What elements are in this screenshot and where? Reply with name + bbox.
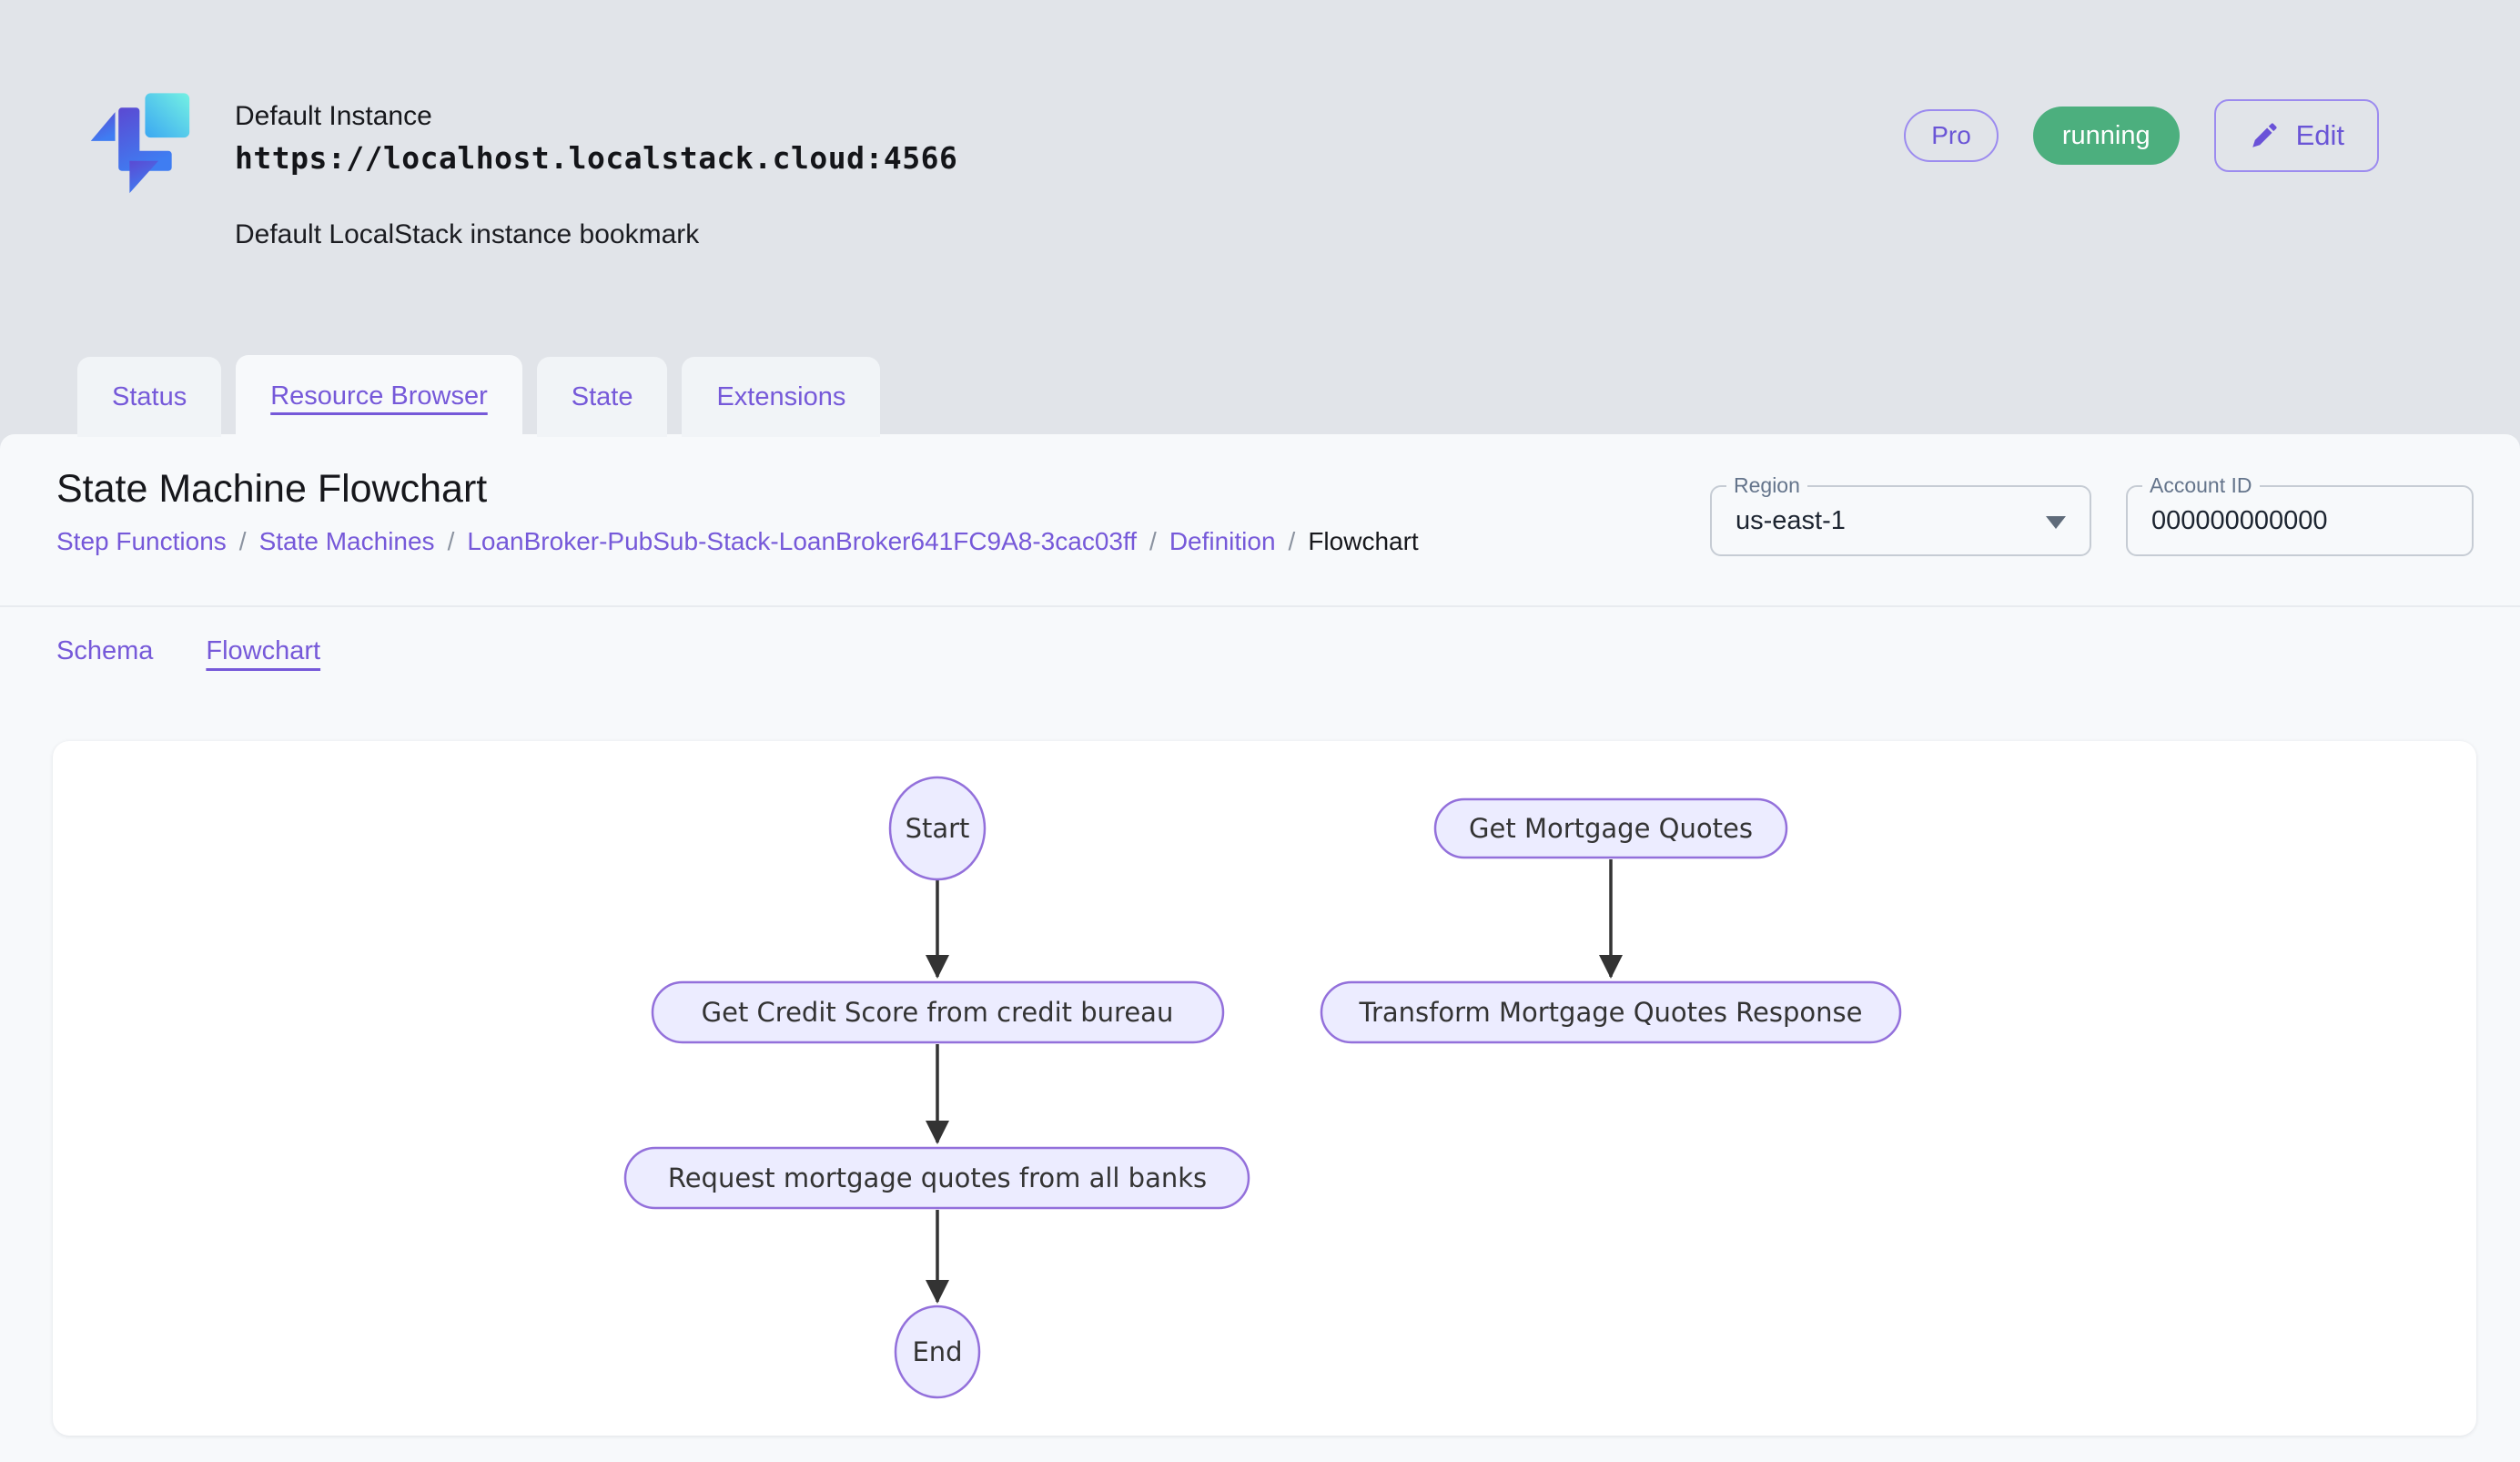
logo-bottom-triangle	[129, 161, 158, 193]
flow-node-request-quotes: Request mortgage quotes from all banks	[625, 1148, 1249, 1208]
account-id-label: Account ID	[2142, 474, 2260, 497]
breadcrumb: Step Functions / State Machines / LoanBr…	[56, 527, 1419, 556]
status-badge: running	[2033, 107, 2180, 165]
breadcrumb-state-machine-name[interactable]: LoanBroker-PubSub-Stack-LoanBroker641FC9…	[467, 527, 1137, 556]
flow-node-start: Start	[890, 777, 985, 879]
tab-status[interactable]: Status	[77, 357, 221, 437]
flow-node-get-credit-score: Get Credit Score from credit bureau	[653, 982, 1223, 1042]
instance-actions: Pro running Edit	[1904, 98, 2379, 173]
pro-badge: Pro	[1904, 109, 1999, 162]
breadcrumb-definition[interactable]: Definition	[1169, 527, 1276, 556]
instance-name: Default Instance	[235, 100, 957, 133]
account-id-input[interactable]	[2151, 506, 2443, 536]
region-label: Region	[1726, 474, 1807, 497]
breadcrumb-separator: /	[239, 527, 247, 556]
svg-text:Transform Mortgage Quotes Resp: Transform Mortgage Quotes Response	[1359, 997, 1863, 1028]
tab-state[interactable]: State	[537, 357, 668, 437]
flow-node-transform-response: Transform Mortgage Quotes Response	[1321, 982, 1900, 1042]
instance-tabs: Status Resource Browser State Extensions	[77, 355, 880, 437]
scope-fields: Region us-east-1 Account ID	[1710, 485, 2474, 556]
subtab-flowchart[interactable]: Flowchart	[206, 636, 320, 666]
section-divider	[0, 605, 2520, 607]
flow-node-end: End	[896, 1306, 979, 1397]
breadcrumb-step-functions[interactable]: Step Functions	[56, 527, 227, 556]
instance-info: Default Instance https://localhost.local…	[235, 100, 957, 250]
localstack-logo	[86, 91, 200, 213]
chevron-down-icon	[2046, 516, 2066, 529]
region-value: us-east-1	[1736, 506, 1846, 536]
svg-text:Request mortgage quotes from a: Request mortgage quotes from all banks	[668, 1162, 1207, 1193]
svg-text:Start: Start	[906, 813, 970, 844]
breadcrumb-state-machines[interactable]: State Machines	[259, 527, 435, 556]
logo-left-triangle	[91, 112, 116, 141]
flowchart-card: Start Get Credit Score from credit burea…	[53, 741, 2476, 1436]
logo-square	[145, 93, 189, 137]
edit-button[interactable]: Edit	[2214, 99, 2379, 172]
tab-extensions[interactable]: Extensions	[682, 357, 880, 437]
breadcrumb-separator: /	[448, 527, 455, 556]
pencil-icon	[2249, 120, 2280, 151]
svg-text:Get Credit Score from credit b: Get Credit Score from credit bureau	[702, 997, 1174, 1028]
breadcrumb-separator: /	[1289, 527, 1296, 556]
svg-text:Get Mortgage Quotes: Get Mortgage Quotes	[1469, 813, 1753, 844]
subtab-schema[interactable]: Schema	[56, 636, 153, 666]
account-id-field: Account ID	[2126, 485, 2474, 556]
svg-text:End: End	[912, 1336, 962, 1367]
page-title: State Machine Flowchart	[56, 467, 487, 512]
definition-subtabs: Schema Flowchart	[56, 607, 320, 695]
instance-url: https://localhost.localstack.cloud:4566	[235, 140, 957, 176]
edit-button-label: Edit	[2296, 119, 2344, 152]
instance-description: Default LocalStack instance bookmark	[235, 219, 957, 250]
resource-browser-panel: State Machine Flowchart Step Functions /…	[0, 434, 2520, 1462]
breadcrumb-separator: /	[1149, 527, 1157, 556]
region-select[interactable]: Region us-east-1	[1710, 485, 2091, 556]
flowchart-canvas: Start Get Credit Score from credit burea…	[53, 741, 2476, 1436]
tab-resource-browser[interactable]: Resource Browser	[236, 355, 522, 437]
breadcrumb-current: Flowchart	[1308, 527, 1418, 556]
flow-node-get-mortgage-quotes: Get Mortgage Quotes	[1435, 799, 1786, 858]
